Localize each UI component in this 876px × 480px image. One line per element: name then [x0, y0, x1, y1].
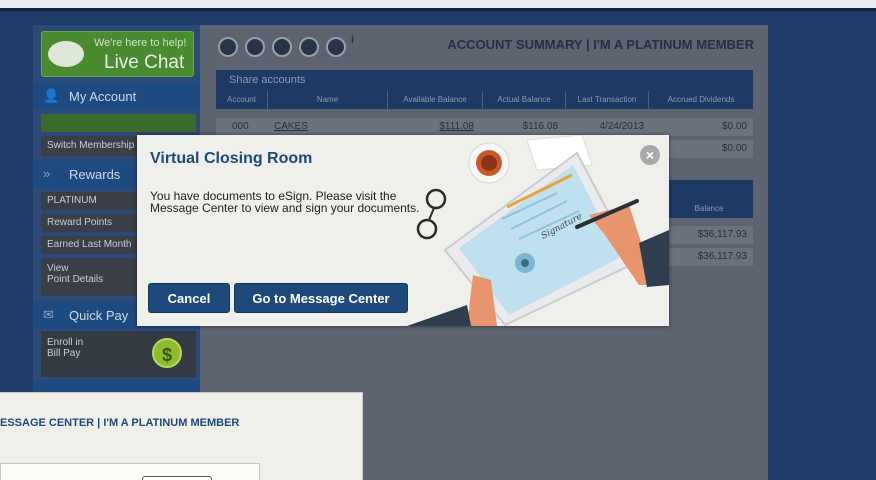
live-chat-button[interactable]: We're here to help! Live Chat	[41, 31, 194, 77]
transfer-icon[interactable]	[245, 37, 265, 57]
virtual-closing-room-dialog: Virtual Closing Room You have documents …	[137, 135, 669, 326]
col-last: Last Transaction	[566, 91, 649, 109]
cell-actual: $116.08	[522, 121, 558, 132]
mail-icon[interactable]	[272, 37, 292, 57]
chat-bubble-icon	[48, 41, 84, 67]
close-icon[interactable]: ×	[640, 145, 660, 165]
message-action-button[interactable]	[142, 476, 212, 480]
home-icon[interactable]	[218, 37, 238, 57]
quick-pay-label: Quick Pay	[69, 308, 129, 323]
dialog-message: You have documents to eSign. Please visi…	[150, 189, 420, 215]
balance-cell: $36,117.93	[665, 226, 753, 244]
cell-accrued: $0.00	[721, 121, 747, 132]
page-title: ACCOUNT SUMMARY | I'M A PLATINUM MEMBER	[447, 37, 754, 52]
balance-cell: $36,117.93	[665, 248, 753, 266]
go-to-message-center-button[interactable]: Go to Message Center	[234, 283, 408, 313]
message-center-window: ESSAGE CENTER | I'M A PLATINUM MEMBER	[0, 392, 363, 480]
cell-available[interactable]: $111.08	[394, 118, 474, 136]
cancel-button[interactable]: Cancel	[148, 283, 230, 313]
print-icon[interactable]	[326, 37, 346, 57]
chat-label: Live Chat	[104, 52, 185, 73]
chat-tagline: We're here to help!	[94, 37, 187, 49]
table-row[interactable]: 000 CAKES $111.08 $116.08 4/24/2013 $0.0…	[216, 118, 753, 136]
dialog-title: Virtual Closing Room	[150, 150, 313, 167]
col-name: Name	[268, 91, 388, 109]
gear-icon[interactable]	[299, 37, 319, 57]
my-account-header[interactable]: 👤 My Account	[33, 83, 200, 110]
envelope-icon: ✉	[43, 307, 54, 322]
chevrons-right-icon: »	[43, 166, 51, 181]
enroll-bill-pay[interactable]: Enroll in Bill Pay $	[41, 331, 196, 377]
info-icon[interactable]: i	[351, 34, 354, 46]
dollar-icon: $	[152, 338, 182, 368]
share-accounts-caption: Share accounts	[216, 70, 753, 91]
col-account: Account	[216, 91, 268, 109]
message-field[interactable]	[0, 463, 260, 480]
browser-divider	[0, 8, 876, 11]
message-center-title: ESSAGE CENTER | I'M A PLATINUM MEMBER	[0, 417, 240, 429]
browser-top-strip	[0, 0, 876, 8]
cell-account: 000	[232, 121, 249, 132]
col-actual: Actual Balance	[483, 91, 566, 109]
rewards-label: Rewards	[69, 167, 121, 182]
sidebar-item-current-account[interactable]	[41, 114, 196, 132]
cell-last: 4/24/2013	[599, 121, 645, 132]
col-available: Available Balance	[388, 91, 483, 109]
col-accrued: Accrued Dividends	[649, 91, 753, 109]
col-balance: Balance	[665, 200, 753, 218]
cell-name-link[interactable]: CAKES	[274, 118, 308, 136]
signing-illustration: Signature	[407, 135, 669, 326]
my-account-label: My Account	[69, 89, 137, 104]
user-icon: 👤	[43, 88, 60, 103]
